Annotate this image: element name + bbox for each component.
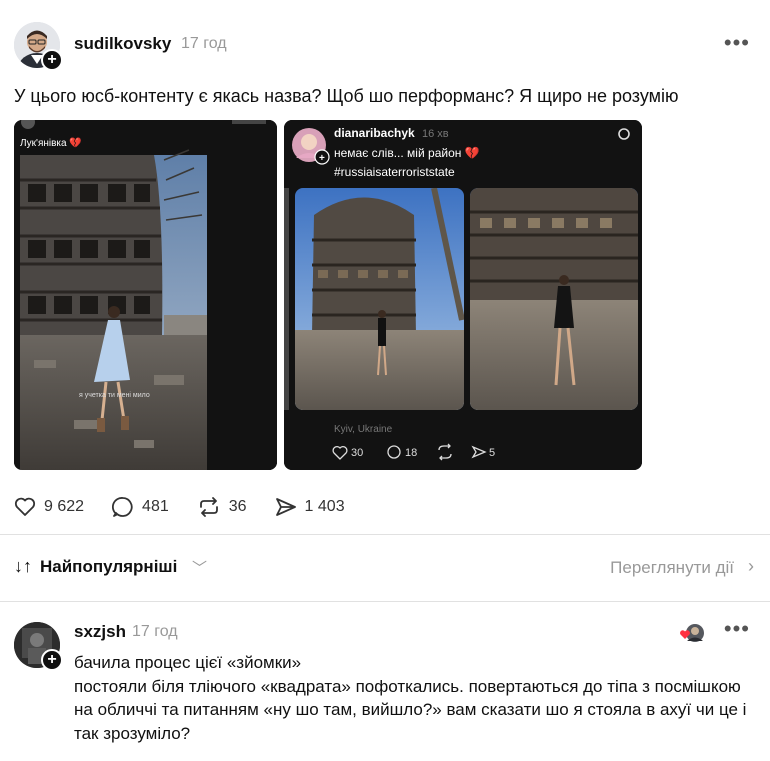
- more-options-icon[interactable]: •••: [724, 30, 750, 56]
- sort-row: ↓↑ Найпопулярніші ﹀ Переглянути дії ›: [14, 556, 756, 580]
- chevron-down-icon[interactable]: ﹀: [192, 557, 207, 578]
- post-stats: 9 622 481 36 1 403: [14, 494, 373, 520]
- sort-dropdown[interactable]: Найпопулярніші: [40, 557, 177, 577]
- post-time: 17 год: [181, 35, 227, 52]
- commenter-username[interactable]: sxzjsh: [74, 622, 126, 642]
- repost-button[interactable]: 36: [197, 496, 247, 518]
- media-image-left[interactable]: Лук'янівка 💔 я учетка ти мені мило: [14, 120, 277, 470]
- embedded-time: 16 хв: [422, 128, 449, 140]
- more-options-icon[interactable]: •••: [724, 616, 750, 642]
- send-icon: [275, 498, 296, 516]
- comment-text: бачила процес цієї «зйомки» постояли біл…: [74, 651, 754, 745]
- embedded-likes: 30: [351, 447, 363, 459]
- embedded-username: dianaribachyk: [334, 126, 415, 140]
- comment-icon: [112, 497, 133, 517]
- divider: [0, 601, 770, 602]
- post-header: + sudilkovsky 17 год •••: [14, 22, 756, 71]
- share-button[interactable]: 1 403: [275, 497, 345, 517]
- reply-count: 481: [142, 498, 169, 515]
- author-avatar[interactable]: +: [14, 22, 63, 71]
- commenter-avatar[interactable]: +: [14, 622, 63, 671]
- comment-line1: бачила процес цієї «зйомки»: [74, 653, 302, 672]
- repost-count: 36: [228, 498, 247, 515]
- follow-plus-icon[interactable]: +: [41, 649, 63, 671]
- repost-icon: [199, 497, 218, 517]
- comment-time: 17 год: [132, 623, 178, 640]
- author-liked-badge: [678, 622, 706, 644]
- like-button[interactable]: 9 622: [14, 497, 84, 517]
- embedded-shares: 5: [489, 447, 495, 459]
- divider: [0, 534, 770, 535]
- media-left-location: Лук'янівка 💔: [20, 137, 82, 149]
- embedded-text-line1: немає слів... мій район 💔: [334, 146, 480, 160]
- comment-line2: постояли біля тліючого «квадрата» пофотк…: [74, 676, 747, 743]
- heart-icon: [14, 497, 36, 516]
- chevron-right-icon[interactable]: ›: [748, 556, 754, 577]
- follow-plus-icon[interactable]: +: [41, 49, 63, 71]
- embedded-location: Kyiv, Ukraine: [334, 424, 393, 435]
- embedded-replies: 18: [405, 447, 417, 459]
- post-text: У цього юсб-контенту є якась назва? Щоб …: [14, 86, 679, 106]
- media-image-right[interactable]: + dianaribachyk 16 хв немає слів... мій …: [284, 120, 642, 470]
- media-left-caption: я учетка ти мені мило: [79, 391, 150, 399]
- embedded-text-line2: #russiaisaterroriststate: [334, 165, 455, 179]
- reply-button[interactable]: 481: [112, 496, 169, 518]
- author-username[interactable]: sudilkovsky: [74, 34, 171, 54]
- like-count: 9 622: [44, 498, 85, 515]
- view-activity-link[interactable]: Переглянути дії: [610, 558, 734, 578]
- svg-text:+: +: [319, 153, 325, 164]
- share-count: 1 403: [304, 498, 345, 515]
- sort-arrows-icon[interactable]: ↓↑: [14, 556, 32, 577]
